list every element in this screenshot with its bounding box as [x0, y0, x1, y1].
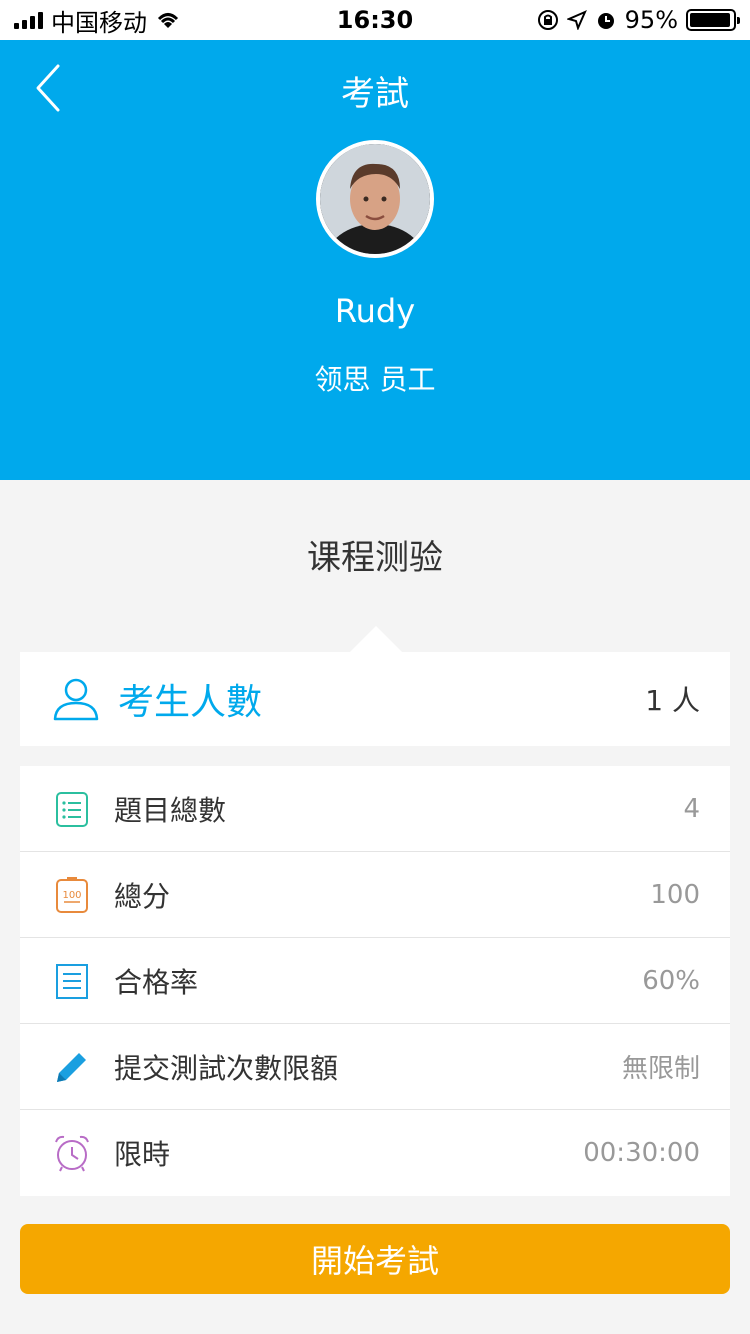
location-arrow-icon: [566, 10, 587, 30]
info-value: 4: [683, 793, 700, 824]
battery-percent: 95%: [624, 6, 678, 34]
examinee-card: 考生人數 1 人: [20, 652, 730, 746]
status-bar: 中国移动 16:30 95%: [0, 0, 750, 40]
page-title: 考試: [341, 74, 409, 114]
status-left: 中国移动: [14, 3, 181, 38]
examinee-label: 考生人數: [118, 682, 263, 723]
info-label: 總分: [114, 879, 171, 913]
status-right: 95%: [537, 6, 740, 34]
battery-fill: [690, 13, 730, 27]
carrier-label: 中国移动: [51, 8, 147, 37]
header: 考試 Rudy 领思 员工: [0, 40, 750, 480]
info-row-submit-limit: 提交測試次數限額 無限制: [20, 1024, 730, 1110]
document-icon: [52, 961, 92, 1001]
list-icon: [52, 789, 92, 829]
info-value: 60%: [642, 965, 700, 996]
user-icon: [53, 678, 99, 721]
start-exam-button[interactable]: 開始考試: [20, 1224, 730, 1294]
info-row-pass-rate: 合格率 60%: [20, 938, 730, 1024]
wifi-icon: [157, 13, 179, 28]
alarm-icon: [597, 13, 614, 29]
alarm-clock-icon: [52, 1133, 92, 1173]
svg-text:100: 100: [62, 890, 81, 901]
score-icon: 100: [52, 875, 92, 915]
info-label: 題目總數: [114, 793, 227, 827]
pencil-icon: [52, 1047, 92, 1087]
section-title: 课程测验: [307, 538, 443, 578]
info-row-total-score: 100 總分 100: [20, 852, 730, 938]
info-label: 限時: [114, 1138, 171, 1171]
rotation-lock-icon: [537, 10, 558, 30]
signal-icon: [14, 11, 43, 29]
info-row-question-count: 題目總數 4: [20, 766, 730, 852]
info-label: 合格率: [114, 965, 199, 999]
card-pointer: [350, 626, 402, 652]
avatar: [316, 140, 434, 258]
info-value: 100: [650, 879, 700, 910]
examinee-count: 1 人: [645, 684, 700, 717]
exam-info-list: 題目總數 4 100 總分 100 合格率 60% 提交測試次數限額 無限制 限…: [20, 766, 730, 1196]
info-label: 提交測試次數限額: [114, 1051, 339, 1085]
user-role: 领思 员工: [314, 363, 436, 396]
info-row-time-limit: 限時 00:30:00: [20, 1110, 730, 1196]
info-value: 00:30:00: [583, 1138, 700, 1168]
battery-icon: [686, 9, 740, 31]
user-name: Rudy: [334, 292, 416, 330]
info-value: 無限制: [621, 1054, 700, 1084]
avatar-image: [320, 144, 430, 254]
